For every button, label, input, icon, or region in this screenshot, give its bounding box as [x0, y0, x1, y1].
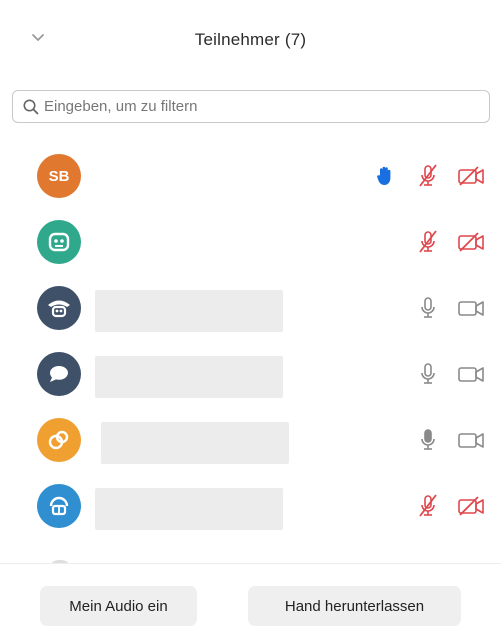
avatar — [37, 220, 81, 264]
search-icon — [23, 99, 39, 114]
filter-search[interactable] — [12, 90, 490, 123]
avatar — [37, 484, 81, 528]
camera-off-icon[interactable] — [457, 228, 485, 256]
participant-row[interactable] — [0, 209, 501, 275]
mic-muted-icon[interactable] — [414, 492, 442, 520]
participant-row[interactable] — [0, 407, 501, 473]
panel-header: Teilnehmer (7) — [0, 0, 501, 84]
participants-panel: Teilnehmer (7) SB — [0, 0, 501, 639]
face-icon — [48, 300, 70, 318]
mic-muted-icon[interactable] — [414, 162, 442, 190]
avatar — [37, 286, 81, 330]
participant-row[interactable] — [0, 473, 501, 539]
mic-icon[interactable] — [414, 360, 442, 388]
face-icon — [48, 430, 69, 450]
join-audio-button[interactable]: Mein Audio ein — [40, 586, 197, 626]
raised-hand-icon[interactable] — [371, 162, 399, 190]
lower-hand-button[interactable]: Hand herunterlassen — [248, 586, 461, 626]
panel-footer: Mein Audio ein Hand herunterlassen — [0, 563, 501, 639]
participant-row[interactable]: SB — [0, 143, 501, 209]
avatar — [37, 418, 81, 462]
avatar — [37, 352, 81, 396]
search-input[interactable] — [44, 98, 474, 115]
chat-bubble-icon — [50, 366, 68, 382]
participant-row[interactable] — [0, 341, 501, 407]
avatar-initials: SB — [48, 167, 70, 185]
face-icon — [49, 496, 69, 516]
name-redacted — [95, 290, 283, 332]
camera-icon[interactable] — [457, 426, 485, 454]
camera-icon[interactable] — [457, 294, 485, 322]
mic-speaking-icon[interactable] — [414, 426, 442, 454]
camera-off-icon[interactable] — [457, 162, 485, 190]
participant-row[interactable] — [0, 275, 501, 341]
page-title: Teilnehmer (7) — [194, 30, 307, 49]
name-redacted — [101, 422, 289, 464]
name-redacted — [95, 356, 283, 398]
camera-icon[interactable] — [457, 360, 485, 388]
mic-icon[interactable] — [414, 294, 442, 322]
participant-list: SB — [0, 143, 501, 563]
avatar: SB — [37, 154, 81, 198]
mic-muted-icon[interactable] — [414, 228, 442, 256]
name-redacted — [95, 488, 283, 530]
face-icon — [48, 232, 70, 252]
camera-off-icon[interactable] — [457, 492, 485, 520]
